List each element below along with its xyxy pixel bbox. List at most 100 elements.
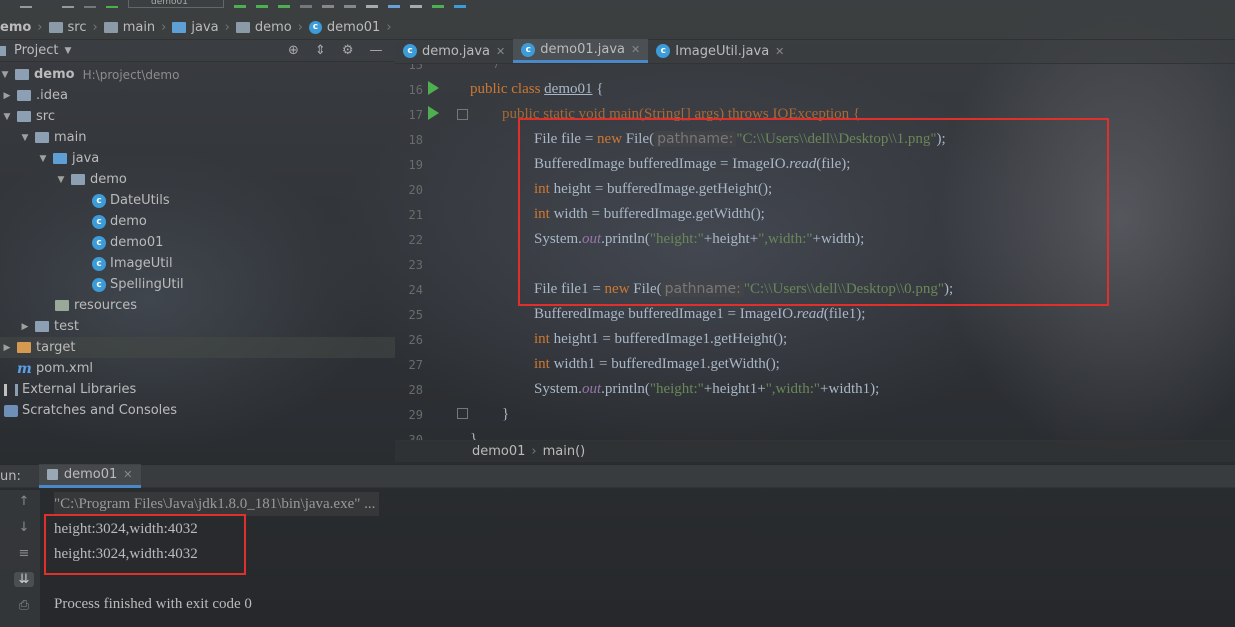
tree-item-scratches[interactable]: Scratches and Consoles (0, 400, 395, 421)
run-panel-label: un: (0, 468, 21, 484)
source-folder-icon (53, 153, 67, 164)
breadcrumb-class[interactable]: demo01 (472, 444, 525, 459)
run-class-icon[interactable] (428, 81, 439, 95)
tree-item-main[interactable]: ▼ main (0, 127, 395, 148)
project-panel-header: Project ▼ ⊕ ⇕ ⚙ — (0, 40, 395, 62)
breadcrumb-item[interactable]: demo › (230, 20, 303, 35)
terminal-icon[interactable] (410, 0, 422, 8)
chevron-right-icon[interactable]: ▶ (2, 91, 12, 101)
plugin-icon[interactable] (432, 0, 444, 8)
tree-item-demo01[interactable]: c demo01 (0, 232, 395, 253)
tab-run-demo01[interactable]: demo01 ✕ (38, 464, 141, 488)
excluded-folder-icon (17, 342, 31, 353)
chevron-right-icon[interactable]: ▶ (2, 343, 12, 353)
tree-item-java[interactable]: ▼ java (0, 148, 395, 169)
tree-item-idea[interactable]: ▶ .idea (0, 85, 395, 106)
tree-item-dateutils[interactable]: c DateUtils (0, 190, 395, 211)
chevron-right-icon[interactable]: ▶ (20, 322, 30, 332)
tab-demo01-java[interactable]: c demo01.java ✕ (513, 39, 649, 63)
hide-icon[interactable]: — (369, 43, 382, 58)
chevron-down-icon[interactable]: ▼ (38, 154, 48, 164)
refresh-icon[interactable] (20, 0, 32, 8)
close-icon[interactable]: ✕ (775, 45, 784, 58)
tree-item-spellingutil[interactable]: c SpellingUtil (0, 274, 395, 295)
chevron-down-icon[interactable]: ▼ (64, 46, 71, 56)
stop-icon[interactable] (300, 0, 312, 8)
editor-tabs: c demo.java ✕ c demo01.java ✕ c ImageUti… (395, 39, 1235, 64)
chevron-down-icon[interactable]: ▼ (0, 70, 10, 80)
tree-item-test[interactable]: ▶ test (0, 316, 395, 337)
vcs-icon[interactable] (344, 0, 356, 8)
settings-icon[interactable] (366, 0, 378, 8)
tree-item-label: .idea (36, 88, 68, 103)
collapse-all-icon[interactable]: ⇕ (315, 43, 326, 58)
class-icon: c (92, 277, 106, 292)
locate-icon[interactable]: ⊕ (288, 43, 299, 58)
line-number: 21 (408, 208, 423, 222)
gear-icon[interactable]: ⚙ (342, 43, 354, 58)
up-arrow-icon[interactable]: ↑ (14, 494, 34, 509)
down-arrow-icon[interactable]: ↓ (14, 520, 34, 535)
tree-item-imageutil[interactable]: c ImageUtil (0, 253, 395, 274)
line-number: 17 (408, 108, 423, 122)
folder-icon (172, 21, 187, 33)
coverage-icon[interactable] (278, 0, 290, 8)
tree-item-src[interactable]: ▼ src (0, 106, 395, 127)
run-config-select[interactable]: demo01 (128, 0, 224, 8)
fold-icon[interactable] (457, 408, 468, 419)
class-icon: c (92, 235, 106, 250)
tree-item-pom[interactable]: m pom.xml (0, 358, 395, 379)
scroll-to-end-icon[interactable]: ⇊ (14, 572, 34, 587)
tab-demo-java[interactable]: c demo.java ✕ (395, 39, 513, 63)
chevron-down-icon[interactable]: ▼ (2, 112, 12, 122)
console-output[interactable]: "C:\Program Files\Java\jdk1.8.0_181\bin\… (40, 490, 1235, 627)
tree-item-label: java (72, 151, 100, 166)
line-number: 20 (408, 183, 423, 197)
forward-icon[interactable] (84, 0, 96, 8)
tree-item-resources[interactable]: resources (0, 295, 395, 316)
code-editor[interactable]: 15 16 17 18 19 20 21 22 23 24 25 26 27 2… (395, 64, 1235, 440)
breadcrumb-item[interactable]: main › (98, 20, 166, 35)
breadcrumb-item[interactable]: emo › (0, 20, 43, 35)
tree-item-label: demo01 (110, 235, 164, 250)
close-icon[interactable]: ✕ (123, 468, 132, 481)
line-number: 19 (408, 158, 423, 172)
tree-item-package-demo[interactable]: ▼ demo (0, 169, 395, 190)
chevron-down-icon[interactable]: ▼ (56, 175, 66, 185)
help-icon[interactable] (454, 0, 466, 8)
tree-item-external-libraries[interactable]: External Libraries (0, 379, 395, 400)
update-icon[interactable] (322, 0, 334, 8)
breadcrumb-item[interactable]: c demo01 › (303, 20, 392, 35)
print-icon[interactable]: ⎙ (14, 598, 34, 613)
code-text: (file1); (823, 306, 866, 322)
tree-item-label: pom.xml (36, 361, 93, 376)
structure-icon[interactable] (388, 0, 400, 8)
tree-item-demo-class[interactable]: c demo (0, 211, 395, 232)
fold-icon[interactable] (457, 109, 468, 120)
tree-item-project[interactable]: ▼ demo H:\project\demo (0, 64, 395, 85)
tree-item-target[interactable]: ▶ target (0, 337, 395, 358)
code-field: out (581, 381, 602, 397)
code-line-28: System.out.println("height:"+height1+",w… (534, 377, 879, 402)
tab-label: ImageUtil.java (675, 43, 770, 59)
back-icon[interactable] (62, 0, 74, 8)
close-icon[interactable]: ✕ (496, 45, 505, 58)
debug-icon[interactable] (256, 0, 268, 8)
breadcrumb-item[interactable]: java › (166, 20, 230, 35)
code-text: BufferedImage bufferedImage1 = ImageIO. (534, 306, 797, 322)
tab-imageutil-java[interactable]: c ImageUtil.java ✕ (648, 39, 792, 63)
close-icon[interactable]: ✕ (631, 43, 640, 56)
class-icon: c (521, 42, 536, 57)
line-number: 24 (408, 283, 423, 297)
soft-wrap-icon[interactable]: ≡ (14, 546, 34, 561)
project-panel-title[interactable]: Project (14, 43, 58, 58)
line-number: 25 (408, 308, 423, 322)
run-main-icon[interactable] (428, 106, 439, 120)
run-icon[interactable] (234, 0, 246, 8)
chevron-down-icon[interactable]: ▼ (20, 133, 30, 143)
breadcrumb-item[interactable]: src › (43, 20, 98, 35)
build-icon[interactable] (106, 0, 118, 8)
tree-item-label: src (36, 109, 55, 124)
breadcrumb-method[interactable]: main() (543, 444, 586, 459)
code-text: width1 = bufferedImage1.getWidth(); (549, 356, 780, 372)
